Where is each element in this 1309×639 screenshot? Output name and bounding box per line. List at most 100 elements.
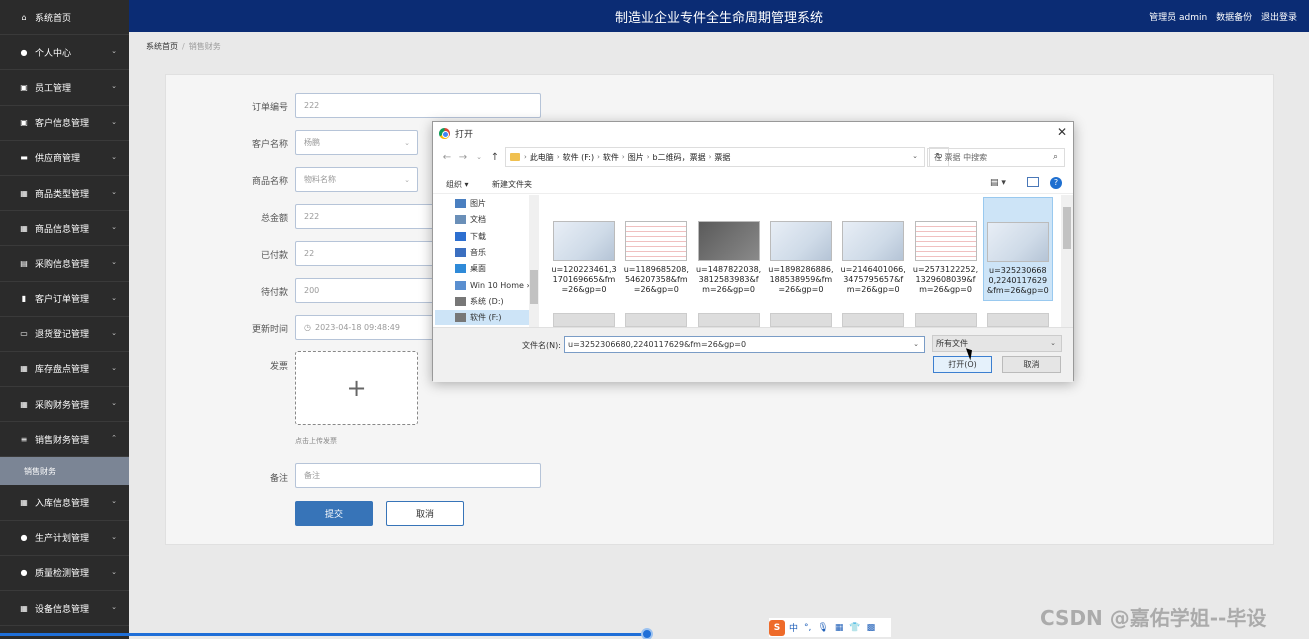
chevron-down-icon: ⌄ <box>111 399 117 408</box>
file-grid-scrollbar-thumb[interactable] <box>1063 207 1071 249</box>
image-thumbnail[interactable] <box>769 313 832 327</box>
sidebar-item[interactable]: ▦ 入库信息管理 ⌄ <box>0 485 129 521</box>
filetype-select[interactable]: 所有文件 ⌄ <box>932 335 1062 352</box>
image-thumbnail[interactable] <box>842 313 905 327</box>
sidebar-item[interactable]: ▭ 退货登记管理 ⌄ <box>0 317 129 352</box>
sidebar-item[interactable]: ▦ 商品信息管理 ⌄ <box>0 211 129 247</box>
path-segment[interactable]: 票据 <box>714 152 730 163</box>
image-thumbnail[interactable] <box>914 313 977 327</box>
back-arrow-icon[interactable]: ← <box>439 152 455 163</box>
remark-input[interactable]: 备注 <box>295 463 541 488</box>
path-segment[interactable]: 图片 <box>628 152 644 163</box>
image-thumbnail[interactable] <box>625 313 688 327</box>
tree-item[interactable]: 图片 <box>455 196 537 211</box>
path-segment[interactable]: 软件 (F:) <box>563 152 594 163</box>
address-dropdown-icon[interactable]: ⌄ <box>912 152 918 160</box>
skin-icon[interactable]: 👕 <box>849 623 860 633</box>
sidebar-subitem-sales-finance[interactable]: 销售财务 <box>0 457 129 486</box>
progress-handle[interactable] <box>641 628 653 639</box>
file-item[interactable]: u=1898286886,188538959&fm=26&gp=0 <box>766 197 836 301</box>
product-select[interactable]: 物料名称 ⌄ <box>295 167 418 192</box>
keyboard-icon[interactable]: ▦ <box>835 623 844 633</box>
view-options-icon[interactable]: ▤ ▾ <box>990 178 1006 188</box>
ime-toolbar[interactable]: S 中 °, 🎙 ▦ 👕 ▩ <box>769 618 891 637</box>
data-backup-link[interactable]: 数据备份 <box>1216 13 1252 23</box>
order-no-input[interactable]: 222 <box>295 93 541 118</box>
sidebar-item[interactable]: ▬ 供应商管理 ⌄ <box>0 141 129 176</box>
tree-scrollbar-thumb[interactable] <box>530 270 538 304</box>
ime-lang[interactable]: 中 <box>789 621 798 634</box>
path-segment[interactable]: b二维码，票据 <box>653 152 706 163</box>
sidebar-item[interactable]: ▦ 设备信息管理 ⌄ <box>0 591 129 627</box>
file-item[interactable]: u=1487822038,3812583983&fm=26&gp=0 <box>694 197 764 301</box>
image-thumbnail[interactable] <box>697 313 760 327</box>
order-no-label: 订单编号 <box>251 103 288 113</box>
image-thumbnail[interactable] <box>986 313 1049 327</box>
close-icon[interactable]: ✕ <box>1057 125 1067 139</box>
address-bar[interactable]: › 此电脑 › 软件 (F:) › 软件 › 图片 › b二维码，票据 › 票据 ⌄ <box>505 147 925 167</box>
punctuation-icon[interactable]: °, <box>804 623 811 633</box>
path-segment[interactable]: 软件 <box>603 152 619 163</box>
updated-input[interactable]: ◷ 2023-04-18 09:48:49 <box>295 315 435 340</box>
new-folder-button[interactable]: 新建文件夹 <box>492 179 532 190</box>
image-thumbnail <box>914 221 977 261</box>
sidebar-item[interactable]: ● 个人中心 ⌄ <box>0 35 129 71</box>
tree-scrollbar[interactable] <box>529 195 539 327</box>
chart-icon: ▮ <box>21 294 27 304</box>
file-item[interactable]: u=120223461,3170169665&fm=26&gp=0 <box>549 197 619 301</box>
paid-input[interactable]: 22 <box>295 241 435 266</box>
tree-item[interactable]: 软件 (F:) <box>435 310 529 326</box>
search-input[interactable]: 在 票据 中搜索 ⌕ <box>927 148 1065 167</box>
sidebar-item[interactable]: ● 质量检测管理 ⌄ <box>0 556 129 591</box>
dialog-toolbar: 组织 ▾ 新建文件夹 ▤ ▾ ? <box>433 174 1073 194</box>
organize-menu[interactable]: 组织 ▾ <box>446 179 469 190</box>
sidebar-item[interactable]: ▦ 库存盘点管理 ⌄ <box>0 352 129 388</box>
sidebar-item[interactable]: ▦ 采购财务管理 ⌄ <box>0 387 129 423</box>
tree-item-label: 下载 <box>470 231 486 241</box>
sidebar-item[interactable]: ≡ 销售财务管理 ⌃ <box>0 422 129 458</box>
chevron-down-icon[interactable]: ⌄ <box>913 340 919 348</box>
file-grid-scrollbar[interactable] <box>1061 195 1073 327</box>
sidebar-item[interactable]: ▤ 采购信息管理 ⌄ <box>0 246 129 282</box>
path-segment[interactable]: 此电脑 <box>530 152 554 163</box>
dialog-cancel-button[interactable]: 取消 <box>1002 356 1061 373</box>
sidebar-item[interactable]: ▦ 商品类型管理 ⌄ <box>0 176 129 212</box>
file-item[interactable]: u=2146401066,3475795657&fm=26&gp=0 <box>838 197 908 301</box>
tree-item[interactable]: 下载 <box>455 229 537 244</box>
tree-item[interactable]: 桌面 <box>455 261 537 276</box>
help-icon[interactable]: ? <box>1050 177 1062 189</box>
tree-item[interactable]: 音乐 <box>455 245 537 260</box>
tree-item[interactable]: Win 10 Home › <box>455 278 537 293</box>
tree-item-label: 桌面 <box>470 264 486 274</box>
filename-input[interactable]: u=3252306680,2240117629&fm=26&gp=0 ⌄ <box>564 336 925 353</box>
toolbox-icon[interactable]: ▩ <box>867 623 876 633</box>
invoice-upload[interactable]: + <box>295 351 418 425</box>
file-item[interactable]: u=3252306680,2240117629&fm=26&gp=0 <box>982 197 1053 301</box>
sidebar-item[interactable]: ⌂ 系统首页 <box>0 0 129 36</box>
cancel-button[interactable]: 取消 <box>386 501 464 526</box>
dialog-footer: 文件名(N): u=3252306680,2240117629&fm=26&gp… <box>433 327 1073 382</box>
microphone-icon[interactable]: 🎙 <box>817 623 828 633</box>
chat-icon: ▬ <box>20 153 28 163</box>
submit-button[interactable]: 提交 <box>295 501 373 526</box>
breadcrumb-home[interactable]: 系统首页 <box>146 42 178 51</box>
pending-input[interactable]: 200 <box>295 278 435 303</box>
file-item[interactable]: u=1189685208,546207358&fm=26&gp=0 <box>621 197 691 301</box>
preview-pane-icon[interactable] <box>1027 177 1039 187</box>
sidebar-item[interactable]: ▮ 客户订单管理 ⌄ <box>0 282 129 317</box>
logout-link[interactable]: 退出登录 <box>1261 13 1297 23</box>
recent-chevron-icon[interactable]: ⌄ <box>471 153 487 161</box>
tree-item[interactable]: 文档 <box>455 212 537 227</box>
total-input[interactable]: 222 <box>295 204 435 229</box>
breadcrumb-current: 销售财务 <box>188 42 221 51</box>
up-arrow-icon[interactable]: ↑ <box>487 152 503 163</box>
file-item[interactable]: u=2573122252,1329608039&fm=26&gp=0 <box>911 197 981 301</box>
forward-arrow-icon[interactable]: → <box>455 152 471 163</box>
sidebar-item[interactable]: ▣ 员工管理 ⌄ <box>0 70 129 106</box>
sidebar-item[interactable]: ▣ 客户信息管理 ⌄ <box>0 106 129 141</box>
tree-item[interactable]: 系统 (D:) <box>455 294 537 309</box>
open-button[interactable]: 打开(O) <box>933 356 992 373</box>
image-thumbnail[interactable] <box>553 313 615 327</box>
sidebar-item[interactable]: ● 生产计划管理 ⌄ <box>0 521 129 556</box>
customer-select[interactable]: 杨鹏 ⌄ <box>295 130 418 155</box>
